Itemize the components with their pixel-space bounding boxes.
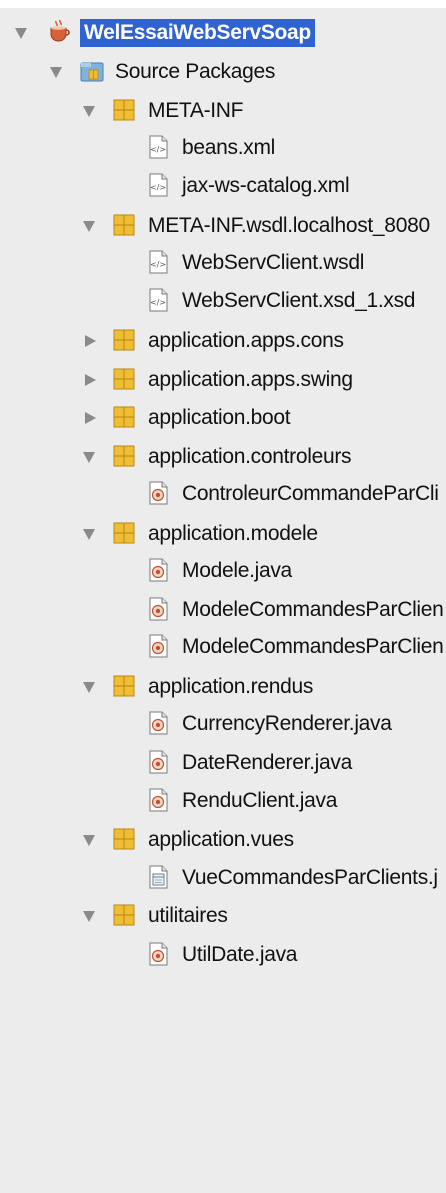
java-class-file-icon [149, 634, 168, 658]
package-icon [113, 904, 135, 926]
java-class-file-icon [149, 788, 168, 812]
package-icon [113, 445, 135, 467]
file-label: WebServClient.wsdl [182, 251, 365, 274]
tree-node-file[interactable]: UtilDate.java [0, 937, 446, 967]
file-label: ModeleCommandesParClien [182, 635, 444, 658]
tree-node-file[interactable]: </> WebServClient.xsd_1.xsd [0, 283, 446, 319]
tree-node-file[interactable]: RenduClient.java [0, 783, 446, 819]
tree-node-file[interactable]: VueCommandesParClients.j [0, 860, 446, 896]
xml-file-icon: </> [149, 288, 168, 312]
tree-node-file[interactable]: </> jax-ws-catalog.xml [0, 168, 446, 204]
expand-arrow-icon[interactable] [83, 106, 95, 117]
package-label: application.vues [148, 828, 294, 851]
tree-node-file[interactable]: </> WebServClient.wsdl [0, 245, 446, 281]
svg-text:</>: </> [150, 145, 166, 154]
tree-node-package[interactable]: application.rendus [0, 669, 446, 705]
tree-node-file[interactable]: CurrencyRenderer.java [0, 706, 446, 742]
package-icon [113, 329, 135, 351]
package-icon [113, 368, 135, 390]
tree-node-package[interactable]: application.vues [0, 822, 446, 858]
panel-top-edge [0, 0, 446, 8]
xml-file-icon: </> [149, 250, 168, 274]
file-label: WebServClient.xsd_1.xsd [182, 289, 416, 312]
package-label: META-INF.wsdl.localhost_8080 [148, 214, 430, 237]
collapsed-arrow-icon[interactable] [85, 374, 96, 386]
tree-node-package[interactable]: utilitaires [0, 898, 446, 934]
package-label: application.apps.swing [148, 368, 353, 391]
tree-node-package[interactable]: application.modele [0, 516, 446, 552]
project-tree-panel: WelEssaiWebServSoap Source Packages META… [0, 0, 446, 1193]
tree-node-file[interactable]: DateRenderer.java [0, 745, 446, 781]
package-label: application.apps.cons [148, 329, 344, 352]
form-file-icon [149, 865, 168, 889]
expand-arrow-icon[interactable] [83, 835, 95, 846]
file-label: UtilDate.java [182, 943, 298, 966]
xml-file-icon: </> [149, 173, 168, 197]
tree-node-file[interactable]: ModeleCommandesParClien [0, 629, 446, 665]
tree-node-file[interactable]: ControleurCommandeParCli [0, 476, 446, 512]
java-coffee-cup-icon [50, 19, 70, 42]
package-icon [113, 214, 135, 236]
source-packages-icon [80, 62, 104, 82]
tree-node-package[interactable]: application.boot [0, 400, 446, 436]
java-class-file-icon [149, 558, 168, 582]
tree-node-package[interactable]: application.apps.cons [0, 323, 446, 359]
package-label: application.rendus [148, 675, 314, 698]
tree-node-project[interactable]: WelEssaiWebServSoap [0, 15, 446, 51]
svg-text:</>: </> [150, 183, 166, 192]
tree-node-file[interactable]: ModeleCommandesParClien [0, 592, 446, 628]
tree-node-package[interactable]: META-INF [0, 93, 446, 129]
file-label: CurrencyRenderer.java [182, 712, 392, 735]
svg-text:</>: </> [150, 260, 166, 269]
expand-arrow-icon[interactable] [83, 529, 95, 540]
file-label: RenduClient.java [182, 789, 338, 812]
expand-arrow-icon[interactable] [83, 452, 95, 463]
java-class-file-icon [149, 942, 168, 966]
file-label: beans.xml [182, 136, 276, 159]
file-label: ControleurCommandeParCli [182, 482, 439, 505]
tree-node-package[interactable]: application.controleurs [0, 439, 446, 475]
package-label: META-INF [148, 99, 244, 122]
tree-node-package[interactable]: application.apps.swing [0, 362, 446, 398]
package-label: application.boot [148, 406, 291, 429]
expand-arrow-icon[interactable] [15, 28, 27, 39]
package-icon [113, 522, 135, 544]
expand-arrow-icon[interactable] [50, 67, 62, 78]
java-class-file-icon [149, 597, 168, 621]
file-label: Modele.java [182, 559, 292, 582]
svg-text:</>: </> [150, 298, 166, 307]
tree-node-package[interactable]: META-INF.wsdl.localhost_8080 [0, 208, 446, 244]
package-icon [113, 675, 135, 697]
file-label: VueCommandesParClients.j [182, 866, 438, 889]
package-label: application.modele [148, 522, 318, 545]
file-label: ModeleCommandesParClien [182, 598, 444, 621]
package-label: application.controleurs [148, 445, 352, 468]
expand-arrow-icon[interactable] [83, 682, 95, 693]
xml-file-icon: </> [149, 135, 168, 159]
package-icon [113, 828, 135, 850]
package-icon [113, 406, 135, 428]
package-icon [113, 99, 135, 121]
tree-node-file[interactable]: Modele.java [0, 553, 446, 589]
collapsed-arrow-icon[interactable] [85, 335, 96, 347]
package-label: utilitaires [148, 904, 228, 927]
tree-node-file[interactable]: </> beans.xml [0, 130, 446, 166]
tree-node-source-packages[interactable]: Source Packages [0, 54, 446, 90]
file-label: DateRenderer.java [182, 751, 353, 774]
java-class-file-icon [149, 481, 168, 505]
expand-arrow-icon[interactable] [83, 911, 95, 922]
expand-arrow-icon[interactable] [83, 221, 95, 232]
java-class-file-icon [149, 750, 168, 774]
collapsed-arrow-icon[interactable] [85, 412, 96, 424]
project-name-label: WelEssaiWebServSoap [80, 19, 315, 47]
java-class-file-icon [149, 711, 168, 735]
file-label: jax-ws-catalog.xml [182, 174, 350, 197]
source-packages-label: Source Packages [115, 60, 276, 83]
